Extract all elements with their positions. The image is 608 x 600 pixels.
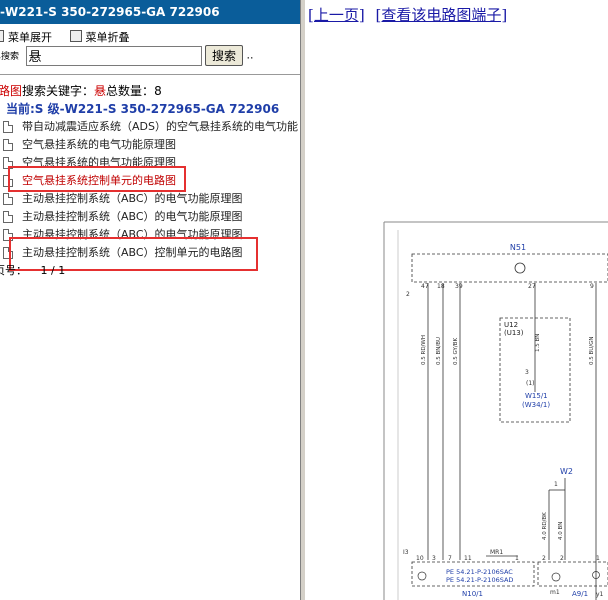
w15-pin: 3 <box>525 369 529 376</box>
bottom-pin-11: 11 <box>464 555 472 562</box>
pagination-value: 1 / 1 <box>40 264 66 277</box>
pin-39: 39 <box>455 283 463 290</box>
a91-label: A9/1 <box>572 590 588 598</box>
annotation-box-1 <box>8 166 186 192</box>
u13-label: (U13) <box>504 329 524 337</box>
search-button[interactable]: 搜索 <box>205 45 244 66</box>
w2-label: W2 <box>560 467 573 476</box>
w2-wire-2: 4.0 BN <box>558 522 564 540</box>
wire-label-3: 0.5 GY/BK <box>453 338 459 365</box>
menu-collapse-button[interactable]: 菜单折叠 <box>69 29 130 45</box>
bottom-pin-10: 10 <box>416 555 424 562</box>
search-label: 单搜索 <box>0 52 20 62</box>
result-prefix: 路图 <box>0 84 23 98</box>
bottom-pin-2b: 2 <box>560 555 564 562</box>
document-icon <box>3 211 13 223</box>
m1-label: m1 <box>550 589 560 596</box>
bottom-pin-7: 7 <box>448 555 452 562</box>
w2-pin: 1 <box>554 481 558 488</box>
search-input[interactable] <box>25 45 202 66</box>
n51-label: N51 <box>510 243 526 252</box>
menu-expand-button[interactable]: 菜单展开 <box>0 29 52 45</box>
keyword-label: 搜索关键字： <box>22 84 95 98</box>
collapse-icon <box>69 30 82 42</box>
bottom-pin-3: 3 <box>432 555 436 562</box>
document-icon <box>3 139 13 151</box>
n51-box <box>411 253 608 283</box>
a91-box <box>537 561 608 587</box>
pin-18: 18 <box>437 283 445 290</box>
pe-ref-1: PE 54.21-P-2106SAC <box>446 568 513 576</box>
document-icon <box>3 193 13 205</box>
motor-icon <box>551 572 561 582</box>
pagination: 页号： 1 / 1 <box>0 262 65 278</box>
wire-label-1: 0.5 RD/WH <box>421 335 427 365</box>
count-value: 8 <box>154 84 162 98</box>
list-item[interactable]: 主动悬挂控制系统（ABC）的电气功能原理图 <box>0 208 300 226</box>
list-item[interactable]: 主动悬挂控制系统（ABC）的电气功能原理图 <box>0 190 300 208</box>
header-title: 级-W221-S 350-272965-GA 722906 <box>0 5 220 19</box>
list-item[interactable]: 带自动减震适应系统（ADS）的空气悬挂系统的电气功能 <box>0 118 300 136</box>
pe-ref-2: PE 54.21-P-2106SAD <box>446 576 513 584</box>
n51-pin2: 2 <box>406 291 410 298</box>
current-vehicle: 当前:S 级-W221-S 350-272965-GA 722906 <box>6 102 280 116</box>
y1-label: y1 <box>596 591 604 598</box>
keyword-value: 悬 <box>94 84 107 98</box>
w15-label: W15/1 <box>525 392 548 400</box>
menu-row: 菜单展开 菜单折叠 <box>0 29 144 45</box>
search-extra: .. <box>246 48 254 62</box>
w34-label: (W34/1) <box>522 401 550 409</box>
bottom-pin-1: 1 <box>515 555 519 562</box>
count-label: 总数量： <box>106 84 155 98</box>
keyword-summary: 路图搜索关键字：悬总数量：8 <box>0 82 162 99</box>
pagination-label: 页号： <box>0 264 27 277</box>
u12-label: U12 <box>504 321 518 329</box>
pin-9: 9 <box>590 283 594 290</box>
left-panel: 级-W221-S 350-272965-GA 722906 菜单展开 菜单折叠 … <box>0 0 300 600</box>
circuit-diagram: N51 2 47 18 39 27 9 0.5 RD/WH 0.5 BN/BU … <box>383 221 608 600</box>
bottom-pin-2a: 2 <box>542 555 546 562</box>
i3-label: I3 <box>403 549 409 556</box>
search-row: 单搜索 搜索 .. <box>0 45 254 69</box>
wire-label-4: 1.5 BN <box>535 334 541 352</box>
divider-line <box>0 74 300 75</box>
w2-wire-1: 4.0 RD/BK <box>542 512 548 540</box>
header-title-bar: 级-W221-S 350-272965-GA 722906 <box>0 0 300 24</box>
n51-connector-icon <box>514 262 526 274</box>
bottom-pin-1b: 1 <box>596 555 600 562</box>
connector-icon <box>417 571 427 581</box>
w15-pin-alt: (1) <box>526 380 535 387</box>
wire-label-5: 0.5 BU/GN <box>589 336 595 365</box>
document-icon <box>3 121 13 133</box>
mr1-label: MR1 <box>490 549 503 556</box>
list-item[interactable]: 空气悬挂系统的电气功能原理图 <box>0 136 300 154</box>
n101-label: N10/1 <box>462 590 483 598</box>
wire-label-2: 0.5 BN/BU <box>436 337 442 365</box>
expand-icon <box>0 30 4 42</box>
right-panel: [上一页] [查看该电路图端子] N51 2 47 18 39 27 9 0.5… <box>306 0 608 600</box>
